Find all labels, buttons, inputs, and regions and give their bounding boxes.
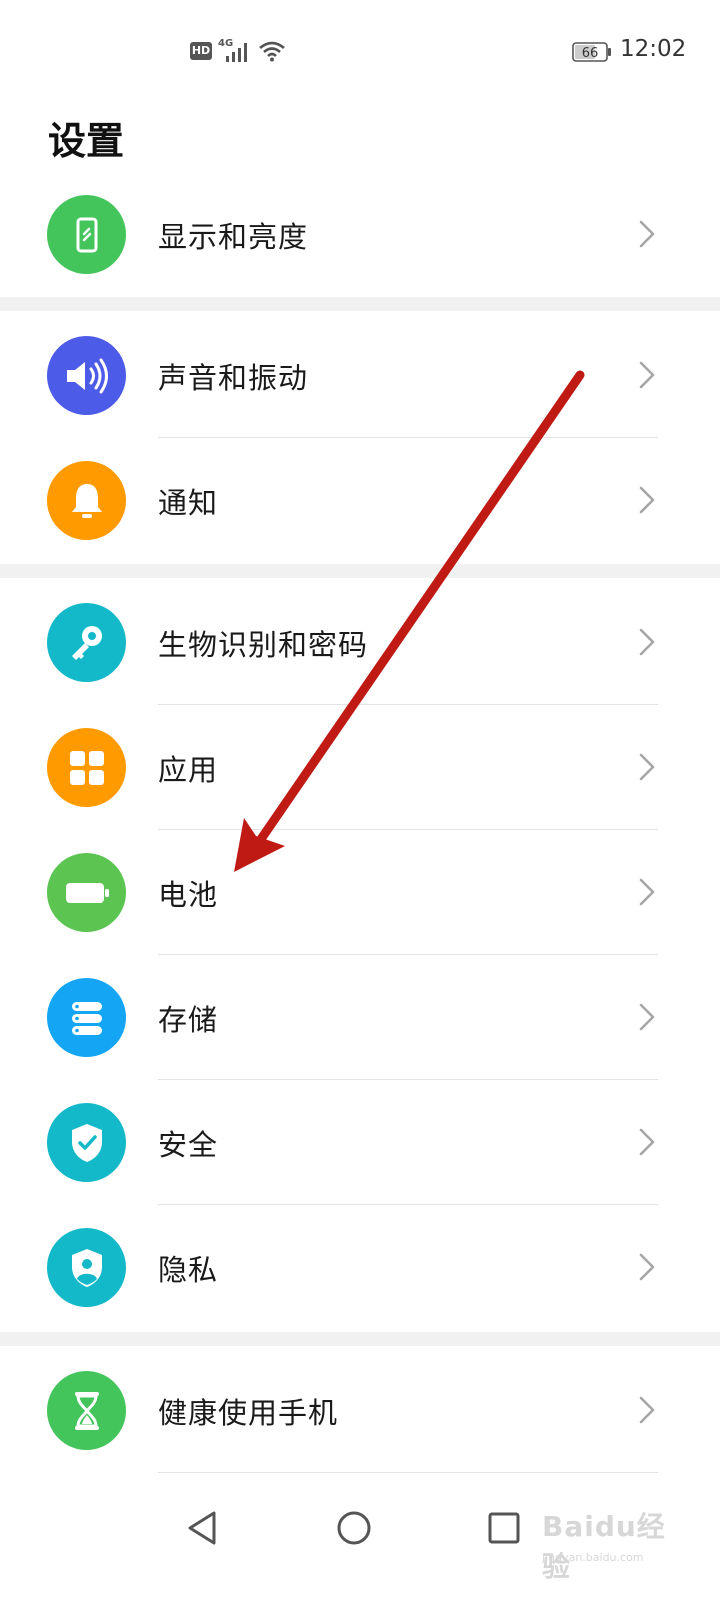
hd-icon: HD [190, 42, 212, 60]
back-triangle-icon[interactable] [184, 1508, 220, 1548]
setting-row-notifications[interactable]: 通知 [0, 438, 720, 563]
setting-row-storage[interactable]: 存储 [0, 955, 720, 1080]
group-separator [0, 564, 720, 578]
setting-label: 电池 [158, 878, 219, 912]
battery-icon [47, 853, 126, 932]
setting-label: 通知 [158, 486, 219, 520]
home-circle-icon[interactable] [334, 1508, 374, 1548]
settings-group-2: 声音和振动 通知 [0, 311, 720, 562]
chevron-right-icon [639, 1253, 655, 1281]
group-separator [0, 297, 720, 311]
shield-check-icon [47, 1103, 126, 1182]
wifi-icon [259, 41, 285, 62]
setting-label: 健康使用手机 [158, 1396, 339, 1430]
chevron-right-icon [639, 1003, 655, 1031]
setting-row-privacy[interactable]: 隐私 [0, 1205, 720, 1330]
speaker-icon [47, 336, 126, 415]
apps-grid-icon [47, 728, 126, 807]
watermark-url: jingyan.baidu.com [542, 1551, 644, 1564]
setting-label: 声音和振动 [158, 361, 309, 395]
chevron-right-icon [639, 486, 655, 514]
hourglass-icon [47, 1371, 126, 1450]
chevron-right-icon [639, 361, 655, 389]
setting-label: 隐私 [158, 1253, 219, 1287]
chevron-right-icon [639, 1128, 655, 1156]
settings-group-3: 生物识别和密码 应用 电池 存储 安全 隐私 [0, 578, 720, 1332]
settings-group-1: 显示和亮度 [0, 172, 720, 297]
setting-label: 应用 [158, 753, 219, 787]
storage-icon [47, 978, 126, 1057]
recents-square-icon[interactable] [484, 1508, 524, 1548]
chevron-right-icon [639, 753, 655, 781]
bell-icon [47, 461, 126, 540]
setting-label: 生物识别和密码 [158, 628, 369, 662]
setting-row-display[interactable]: 显示和亮度 [0, 172, 720, 297]
setting-row-digital-balance[interactable]: 健康使用手机 [0, 1348, 720, 1473]
chevron-right-icon [639, 878, 655, 906]
setting-row-biometrics[interactable]: 生物识别和密码 [0, 580, 720, 705]
settings-group-4: 健康使用手机 [0, 1346, 720, 1478]
battery-level: 66 [582, 46, 599, 61]
signal-icon [226, 43, 247, 62]
watermark-text: Baidu经验 [542, 1510, 666, 1583]
baidu-watermark: Baidu经验 jingyan.baidu.com [540, 1505, 690, 1583]
setting-row-sound[interactable]: 声音和振动 [0, 313, 720, 438]
display-icon [47, 195, 126, 274]
setting-label: 显示和亮度 [158, 220, 309, 254]
setting-row-battery[interactable]: 电池 [0, 830, 720, 955]
chevron-right-icon [639, 628, 655, 656]
status-bar: HD 4G 66 12:02 [0, 0, 720, 100]
setting-row-apps[interactable]: 应用 [0, 705, 720, 830]
chevron-right-icon [639, 1396, 655, 1424]
privacy-icon [47, 1228, 126, 1307]
key-icon [47, 603, 126, 682]
page-title: 设置 [48, 119, 125, 163]
setting-row-security[interactable]: 安全 [0, 1080, 720, 1205]
clock: 12:02 [620, 36, 687, 62]
chevron-right-icon [639, 220, 655, 248]
group-separator [0, 1332, 720, 1346]
battery-status-icon: 66 [572, 42, 611, 62]
setting-label: 存储 [158, 1003, 219, 1037]
row-divider [158, 1472, 658, 1473]
setting-label: 安全 [158, 1128, 219, 1162]
